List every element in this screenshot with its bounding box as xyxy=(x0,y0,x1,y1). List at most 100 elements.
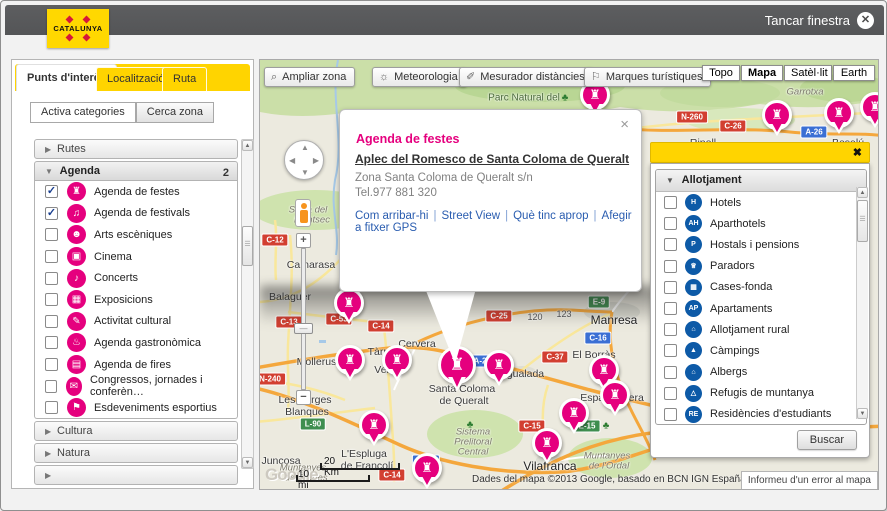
category-checkbox[interactable] xyxy=(45,272,58,285)
lodging-row[interactable]: △ Refugis de muntanya xyxy=(656,383,866,404)
category-checkbox[interactable] xyxy=(45,315,58,328)
street-view-pegman[interactable] xyxy=(295,199,311,227)
pan-up-icon[interactable]: ▲ xyxy=(301,143,309,152)
lodging-row[interactable]: AP Apartaments xyxy=(656,298,866,319)
map-view-mode-button[interactable]: Topo xyxy=(702,65,740,81)
map-marker-pin[interactable]: ♜ xyxy=(559,398,589,428)
popup-title-link[interactable]: Aplec del Romesco de Santa Coloma de Que… xyxy=(355,152,629,166)
map-view-mode-button[interactable]: Earth xyxy=(833,65,875,81)
lodging-row[interactable]: ⌂ Allotjament rural xyxy=(656,319,866,340)
category-row[interactable]: ▤ Agenda de fires xyxy=(35,354,237,376)
lodging-row[interactable]: ▲ Càmpings xyxy=(656,340,866,361)
lodging-checkbox[interactable] xyxy=(664,408,677,421)
map-canvas[interactable]: Parc Natural delGarrotxaRipollBesalúSerr… xyxy=(259,59,879,490)
lodging-checkbox[interactable] xyxy=(664,366,677,379)
category-row[interactable]: ♜ Agenda de festes xyxy=(35,181,237,203)
map-view-mode-button[interactable]: Satèl·lit xyxy=(784,65,832,81)
lodging-checkbox[interactable] xyxy=(664,260,677,273)
category-row[interactable]: ♪ Concerts xyxy=(35,267,237,289)
map-tool-button[interactable]: ☼Meteorologia xyxy=(372,67,467,87)
close-icon[interactable]: ✕ xyxy=(857,12,874,29)
category-checkbox[interactable] xyxy=(45,185,58,198)
zoom-out-button[interactable]: − xyxy=(296,390,311,405)
lodging-checkbox[interactable] xyxy=(664,387,677,400)
map-marker-pin[interactable]: ♜ xyxy=(484,350,514,380)
map-tool-button[interactable]: ✐Mesurador distàncies xyxy=(459,67,594,87)
scroll-up-icon[interactable]: ▲ xyxy=(242,140,253,151)
map-marker-pin[interactable]: ♜ xyxy=(412,453,442,483)
panel-scrollbar[interactable]: ▲ ▼ xyxy=(856,187,868,419)
map-marker-pin[interactable]: ♜ xyxy=(335,345,365,375)
sidebar-tab-3[interactable]: Ruta xyxy=(162,67,207,91)
map-tool-button[interactable]: ⌕Ampliar zona xyxy=(264,67,355,87)
lodging-checkbox[interactable] xyxy=(664,344,677,357)
lodging-row[interactable]: ⌂ Albergs xyxy=(656,362,866,383)
accordion-partial[interactable]: ▶ xyxy=(34,465,238,485)
lodging-checkbox[interactable] xyxy=(664,323,677,336)
popup-action-link[interactable]: Què tinc aprop xyxy=(513,210,588,222)
lodging-checkbox[interactable] xyxy=(664,217,677,230)
map-view-mode-button[interactable]: Mapa xyxy=(741,65,783,81)
category-checkbox[interactable] xyxy=(45,401,58,414)
category-row[interactable]: ✎ Activitat cultural xyxy=(35,311,237,333)
lodging-checkbox[interactable] xyxy=(664,196,677,209)
lodging-row[interactable]: ♕ Paradors xyxy=(656,256,866,277)
pan-left-icon[interactable]: ◀ xyxy=(289,156,295,165)
popup-action-link[interactable]: Street View xyxy=(442,210,501,222)
report-error-link[interactable]: Informeu d'un error al mapa xyxy=(741,471,878,490)
category-row[interactable]: ♨ Agenda gastronòmica xyxy=(35,332,237,354)
category-row[interactable]: ✉ Congressos, jornades i conferèn… xyxy=(35,375,237,397)
panel-close-icon[interactable]: ✖ xyxy=(853,146,862,159)
accordion-rutes[interactable]: ▶Rutes xyxy=(34,139,238,159)
map-marker-pin[interactable]: ♜ xyxy=(382,345,412,375)
category-checkbox[interactable] xyxy=(45,207,58,220)
category-row[interactable]: ⚑ Esdeveniments esportius xyxy=(35,397,237,419)
popup-close-icon[interactable]: × xyxy=(620,116,629,133)
zoom-slider-track[interactable] xyxy=(301,248,306,390)
scroll-down-icon[interactable]: ▼ xyxy=(857,408,868,419)
map-marker-pin[interactable]: ♜ xyxy=(334,288,364,318)
accordion-cultura[interactable]: ▶Cultura xyxy=(34,421,238,441)
lodging-row[interactable]: AH Aparthotels xyxy=(656,213,866,234)
accordion-natura[interactable]: ▶Natura xyxy=(34,443,238,463)
category-checkbox[interactable] xyxy=(45,358,58,371)
accordion-allotjament[interactable]: ▼ Allotjament xyxy=(656,170,866,192)
category-checkbox[interactable] xyxy=(45,336,58,349)
category-checkbox[interactable] xyxy=(45,250,58,263)
sidebar-mode-button[interactable]: Activa categories xyxy=(30,102,136,123)
pan-down-icon[interactable]: ▼ xyxy=(301,168,309,177)
panel-scroll-thumb[interactable] xyxy=(857,200,868,242)
sidebar-scrollbar[interactable]: ▲ ▼ xyxy=(241,139,254,469)
scroll-down-icon[interactable]: ▼ xyxy=(242,457,253,468)
category-checkbox[interactable] xyxy=(45,293,58,306)
map-marker-pin[interactable]: ♜ xyxy=(600,380,630,410)
lodging-row[interactable]: ▦ Cases-fonda xyxy=(656,277,866,298)
accordion-agenda[interactable]: ▼ Agenda 2 xyxy=(34,161,238,181)
popup-action-link[interactable]: Com arribar-hi xyxy=(355,210,429,222)
sidebar-mode-button[interactable]: Cerca zona xyxy=(136,102,214,123)
lodging-checkbox[interactable] xyxy=(664,281,677,294)
category-checkbox[interactable] xyxy=(45,228,58,241)
lodging-row[interactable]: H Hotels xyxy=(656,192,866,213)
pan-right-icon[interactable]: ▶ xyxy=(313,156,319,165)
map-marker-pin[interactable]: ♜ xyxy=(359,410,389,440)
sidebar-scroll-thumb[interactable] xyxy=(242,226,253,266)
buscar-button[interactable]: Buscar xyxy=(797,430,857,450)
category-row[interactable]: ☻ Arts escèniques xyxy=(35,224,237,246)
category-row[interactable]: ▣ Cinema xyxy=(35,246,237,268)
zoom-in-button[interactable]: + xyxy=(296,233,311,248)
map-pan-control[interactable]: ▲ ▼ ◀ ▶ xyxy=(284,140,324,180)
category-row[interactable]: ♫ Agenda de festivals xyxy=(35,203,237,225)
scroll-up-icon[interactable]: ▲ xyxy=(857,187,868,198)
close-window-button[interactable]: Tancar finestra ✕ xyxy=(765,12,874,29)
lodging-checkbox[interactable] xyxy=(664,302,677,315)
category-row[interactable]: ▦ Exposicions xyxy=(35,289,237,311)
lodging-row[interactable]: RE Residències d'estudiants xyxy=(656,404,866,425)
map-marker-pin[interactable]: ♜ xyxy=(824,98,854,128)
map-tool-button[interactable]: ⚐Marques turístiques xyxy=(584,67,711,87)
category-checkbox[interactable] xyxy=(45,380,57,393)
map-marker-pin[interactable]: ♜ xyxy=(532,428,562,458)
lodging-row[interactable]: P Hostals i pensions xyxy=(656,234,866,255)
lodging-checkbox[interactable] xyxy=(664,238,677,251)
map-marker-pin[interactable]: ♜ xyxy=(762,100,792,130)
